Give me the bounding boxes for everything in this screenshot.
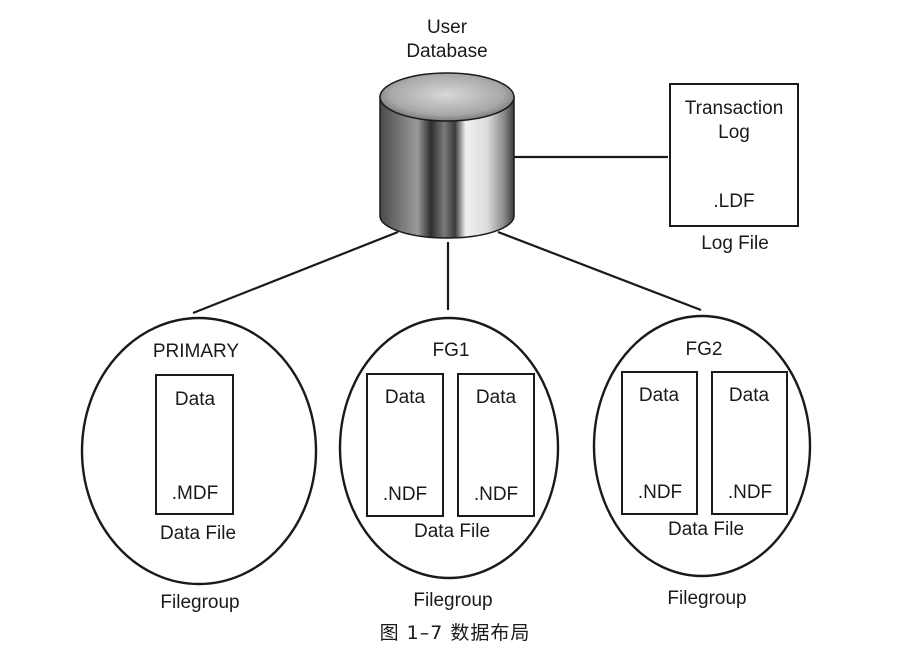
data-file-fg2-a-label: Data: [638, 385, 680, 406]
data-file-fg1-b-extension: .NDF: [473, 484, 519, 505]
filegroup-primary-name: PRIMARY: [152, 341, 240, 362]
data-file-fg1-a-label: Data: [384, 387, 426, 408]
filegroup-fg1-name: FG1: [432, 340, 470, 361]
filegroup-primary-caption: Filegroup: [160, 592, 240, 613]
log-caption: Log File: [701, 233, 769, 254]
filegroup-fg2-file-caption: Data File: [667, 519, 745, 540]
data-file-fg1-a-extension: .NDF: [382, 484, 428, 505]
data-file-fg2-a-extension: .NDF: [637, 482, 683, 503]
diagram-stage: User Database Transaction Log .LDF Log F…: [0, 0, 911, 654]
data-file-primary-label: Data: [174, 389, 216, 410]
database-title-line1: User: [426, 17, 468, 38]
database-title-line2: Database: [406, 41, 488, 62]
data-file-primary-extension: .MDF: [171, 483, 219, 504]
figure-caption: 图 1–7 数据布局: [379, 622, 531, 644]
filegroup-fg2-name: FG2: [685, 339, 723, 360]
filegroup-primary-file-caption: Data File: [159, 523, 237, 544]
log-title-line2: Log: [718, 122, 750, 143]
data-file-fg2-b-extension: .NDF: [727, 482, 773, 503]
log-title-line1: Transaction: [684, 98, 784, 119]
database-cylinder-icon: [379, 72, 515, 239]
log-extension: .LDF: [713, 191, 755, 212]
connector-db-fg2: [497, 230, 702, 312]
filegroup-fg1-file-caption: Data File: [413, 521, 491, 542]
filegroup-fg1-caption: Filegroup: [413, 590, 493, 611]
connector-db-primary: [192, 230, 399, 315]
data-file-fg1-b-label: Data: [475, 387, 517, 408]
filegroup-fg2-caption: Filegroup: [667, 588, 747, 609]
data-file-fg2-b-label: Data: [728, 385, 770, 406]
